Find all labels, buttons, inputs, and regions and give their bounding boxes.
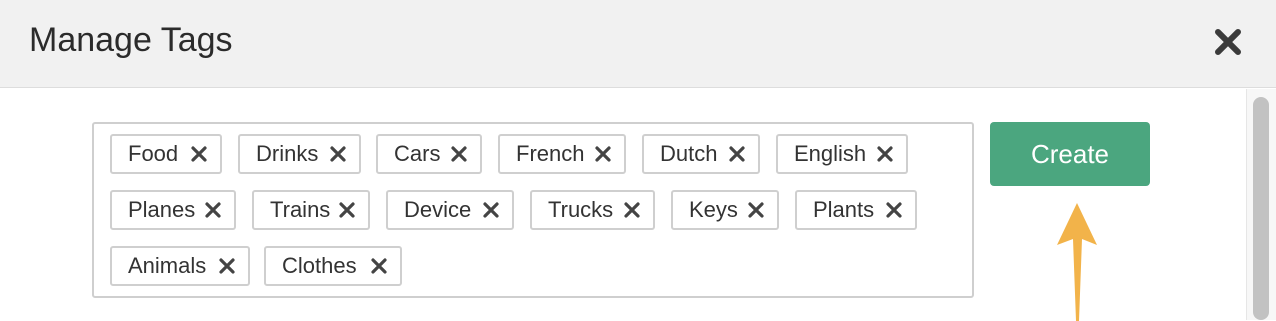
tag-label: Cars [394,141,441,166]
scrollbar-thumb[interactable] [1253,97,1269,320]
close-button[interactable] [1210,24,1246,60]
tag-item: Cars [376,134,482,174]
tag-item: French [498,134,626,174]
remove-tag-icon[interactable] [190,145,208,163]
tag-input-box[interactable]: Food Drinks Cars French Dutch English Pl… [92,122,974,298]
tag-label: Trains [270,197,331,222]
tag-label: English [794,141,867,166]
remove-tag-icon[interactable] [218,257,236,275]
tag-label: Animals [128,253,207,278]
remove-tag-icon[interactable] [594,145,612,163]
tag-item: Food [110,134,222,174]
tag-item: Drinks [238,134,361,174]
modal-body: Food Drinks Cars French Dutch English Pl… [0,89,1276,321]
tag-item: English [776,134,908,174]
tag-label: Drinks [256,141,319,166]
remove-tag-icon[interactable] [338,201,356,219]
tag-label: Planes [128,197,196,222]
tag-item: Trains [252,190,370,230]
tag-label: French [516,141,585,166]
tag-item: Trucks [530,190,655,230]
remove-tag-icon[interactable] [623,201,641,219]
remove-tag-icon[interactable] [329,145,347,163]
arrow-up-icon [1057,203,1097,321]
tag-label: Clothes [282,253,357,278]
tag-label: Trucks [548,197,614,222]
tag-item: Clothes [264,246,402,286]
tag-item: Animals [110,246,250,286]
modal-title: Manage Tags [29,21,233,59]
create-button[interactable]: Create [990,122,1150,186]
remove-tag-icon[interactable] [728,145,746,163]
remove-tag-icon[interactable] [450,145,468,163]
remove-tag-icon[interactable] [747,201,765,219]
remove-tag-icon[interactable] [482,201,500,219]
remove-tag-icon[interactable] [885,201,903,219]
close-icon [1215,29,1241,55]
tag-label: Plants [813,197,875,222]
tag-item: Plants [795,190,917,230]
remove-tag-icon[interactable] [876,145,894,163]
tag-item: Device [386,190,514,230]
tag-label: Device [404,197,472,222]
remove-tag-icon[interactable] [370,257,388,275]
tag-item: Planes [110,190,236,230]
remove-tag-icon[interactable] [204,201,222,219]
tag-label: Keys [689,197,738,222]
modal-header: Manage Tags [0,0,1276,88]
tag-label: Food [128,141,179,166]
tag-item: Keys [671,190,779,230]
tag-label: Dutch [660,141,718,166]
tag-item: Dutch [642,134,760,174]
